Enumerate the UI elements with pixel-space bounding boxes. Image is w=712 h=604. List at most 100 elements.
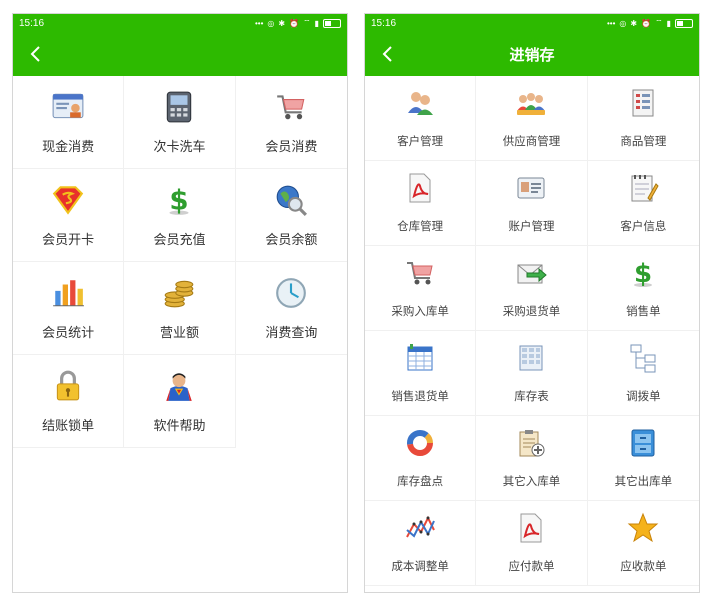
menu-item-label: 调拨单 bbox=[626, 391, 661, 403]
menu-grid: 现金消费 次卡洗车 会员消费 会员开卡 $ 会员充值 会员余额 会员统计 营业额… bbox=[13, 76, 347, 448]
dots-icon: ••• bbox=[255, 18, 264, 28]
wifi-icon: ⌔ bbox=[655, 18, 663, 27]
menu-item-inventory-table[interactable]: 库存表 bbox=[476, 331, 588, 416]
spreadsheet-icon bbox=[407, 344, 433, 371]
clock-icon bbox=[276, 277, 307, 308]
svg-text:$: $ bbox=[634, 259, 652, 289]
menu-item-warehouse-management[interactable]: 仓库管理 bbox=[365, 161, 477, 246]
dots-icon: ••• bbox=[607, 18, 616, 28]
menu-item-payable[interactable]: 应付款单 bbox=[476, 501, 588, 586]
superman-shield-icon bbox=[52, 185, 84, 215]
menu-item-label: 会员充值 bbox=[153, 231, 206, 247]
menu-item-label: 成本调整单 bbox=[391, 561, 449, 573]
donut-chart-icon bbox=[407, 430, 434, 456]
menu-item-receivable[interactable]: 应收款单 bbox=[587, 501, 699, 586]
notebook-pen-icon bbox=[631, 175, 659, 202]
menu-item-label: 消费查询 bbox=[265, 324, 318, 340]
battery-icon bbox=[675, 18, 693, 28]
menu-item-help[interactable]: 软件帮助 bbox=[124, 355, 236, 448]
menu-item-label: 营业额 bbox=[159, 324, 199, 340]
suppliers-icon bbox=[517, 93, 546, 115]
page-title: 进销存 bbox=[509, 46, 555, 64]
back-button[interactable] bbox=[373, 39, 403, 69]
wifi-icon: ⌔ bbox=[303, 18, 311, 27]
battery-icon bbox=[323, 18, 341, 28]
menu-item-label: 客户信息 bbox=[620, 221, 667, 233]
menu-item-sales[interactable]: $ 销售单 bbox=[587, 246, 699, 331]
globe-search-icon bbox=[276, 185, 308, 216]
menu-item-recharge[interactable]: $ 会员充值 bbox=[124, 169, 236, 262]
menu-item-query[interactable]: 消费查询 bbox=[235, 262, 347, 355]
menu-item-other-out[interactable]: 其它出库单 bbox=[587, 416, 699, 501]
menu-grid: 客户管理 供应商管理 商品管理 仓库管理 账户管理 客户信息 采购入库单 采购退… bbox=[365, 76, 699, 586]
cash-register-icon bbox=[52, 93, 84, 118]
status-icons: ••• ◎ ✱ ⏰ ⌔ ▮ bbox=[607, 18, 693, 28]
menu-item-label: 现金消费 bbox=[42, 138, 95, 154]
menu-item-product-management[interactable]: 商品管理 bbox=[587, 76, 699, 161]
clipboard-add-icon bbox=[519, 430, 545, 457]
phone-screen-right: 15:16 ••• ◎ ✱ ⏰ ⌔ ▮ 进销存 客户管理 供应商管理 商品管理 … bbox=[364, 13, 700, 593]
menu-item-label: 软件帮助 bbox=[153, 417, 206, 433]
app-header bbox=[13, 32, 347, 76]
back-button[interactable] bbox=[21, 39, 51, 69]
dollar-icon: $ bbox=[170, 183, 189, 216]
menu-item-lock[interactable]: 结账锁单 bbox=[13, 355, 125, 448]
phone-screen-left: 15:16 ••• ◎ ✱ ⏰ ⌔ ▮ 现金消费 次卡洗车 会员消费 会员开卡 … bbox=[12, 13, 348, 593]
menu-item-label: 其它入库单 bbox=[502, 476, 561, 488]
pdf-document-icon bbox=[409, 173, 431, 203]
menu-item-label: 仓库管理 bbox=[397, 221, 444, 233]
menu-item-purchase-return[interactable]: 采购退货单 bbox=[476, 246, 588, 331]
svg-text:$: $ bbox=[170, 183, 189, 216]
tree-diagram-icon bbox=[630, 344, 656, 373]
signal-icon: ◎ bbox=[619, 18, 627, 28]
bluetooth-icon: ✱ bbox=[630, 18, 638, 28]
chevron-left-icon bbox=[30, 46, 40, 62]
menu-item-label: 采购退货单 bbox=[502, 306, 561, 318]
card-terminal-icon bbox=[167, 91, 192, 122]
menu-item-other-in[interactable]: 其它入库单 bbox=[476, 416, 588, 501]
menu-item-label: 销售单 bbox=[626, 306, 661, 318]
coins-icon bbox=[165, 280, 194, 307]
menu-item-label: 商品管理 bbox=[620, 136, 667, 148]
alarm-icon: ⏰ bbox=[289, 18, 300, 28]
cell-signal-icon: ▮ bbox=[314, 18, 319, 28]
chevron-left-icon bbox=[382, 46, 392, 62]
menu-item-turnover[interactable]: 营业额 bbox=[124, 262, 236, 355]
menu-item-customer-info[interactable]: 客户信息 bbox=[587, 161, 699, 246]
menu-item-customer-management[interactable]: 客户管理 bbox=[365, 76, 477, 161]
menu-item-label: 会员统计 bbox=[42, 324, 95, 340]
menu-item-stocktaking[interactable]: 库存盘点 bbox=[365, 416, 477, 501]
menu-item-label: 会员开卡 bbox=[42, 231, 95, 247]
menu-item-label: 结账锁单 bbox=[42, 417, 95, 433]
menu-item-cash-consume[interactable]: 现金消费 bbox=[13, 76, 125, 169]
menu-item-supplier-management[interactable]: 供应商管理 bbox=[476, 76, 588, 161]
menu-item-label: 应付款单 bbox=[508, 561, 555, 573]
line-chart-icon bbox=[406, 515, 436, 538]
status-time: 15:16 bbox=[371, 17, 397, 29]
menu-item-label: 库存盘点 bbox=[397, 476, 444, 488]
alarm-icon: ⏰ bbox=[641, 18, 652, 28]
menu-item-label: 客户管理 bbox=[397, 136, 444, 148]
menu-item-stats[interactable]: 会员统计 bbox=[13, 262, 125, 355]
menu-item-label: 其它出库单 bbox=[614, 476, 673, 488]
bar-chart-icon bbox=[53, 279, 85, 306]
menu-item-purchase-in[interactable]: 采购入库单 bbox=[365, 246, 477, 331]
star-icon bbox=[627, 512, 659, 543]
status-bar: 15:16 ••• ◎ ✱ ⏰ ⌔ ▮ bbox=[365, 14, 699, 32]
menu-item-label: 供应商管理 bbox=[502, 136, 561, 148]
menu-item-account-management[interactable]: 账户管理 bbox=[476, 161, 588, 246]
cabinet-icon bbox=[631, 429, 655, 457]
menu-item-transfer[interactable]: 调拨单 bbox=[587, 331, 699, 416]
menu-item-cost-adjust[interactable]: 成本调整单 bbox=[365, 501, 477, 586]
menu-item-sales-return[interactable]: 销售退货单 bbox=[365, 331, 477, 416]
menu-item-member-consume[interactable]: 会员消费 bbox=[235, 76, 347, 169]
menu-item-label: 库存表 bbox=[514, 391, 549, 403]
status-icons: ••• ◎ ✱ ⏰ ⌔ ▮ bbox=[255, 18, 341, 28]
empty-cell bbox=[236, 355, 347, 448]
menu-item-card-wash[interactable]: 次卡洗车 bbox=[124, 76, 236, 169]
menu-item-balance[interactable]: 会员余额 bbox=[235, 169, 347, 262]
status-bar: 15:16 ••• ◎ ✱ ⏰ ⌔ ▮ bbox=[13, 14, 347, 32]
envelope-arrow-icon bbox=[517, 264, 548, 284]
menu-item-open-card[interactable]: 会员开卡 bbox=[13, 169, 125, 262]
menu-item-label: 会员消费 bbox=[265, 138, 318, 154]
